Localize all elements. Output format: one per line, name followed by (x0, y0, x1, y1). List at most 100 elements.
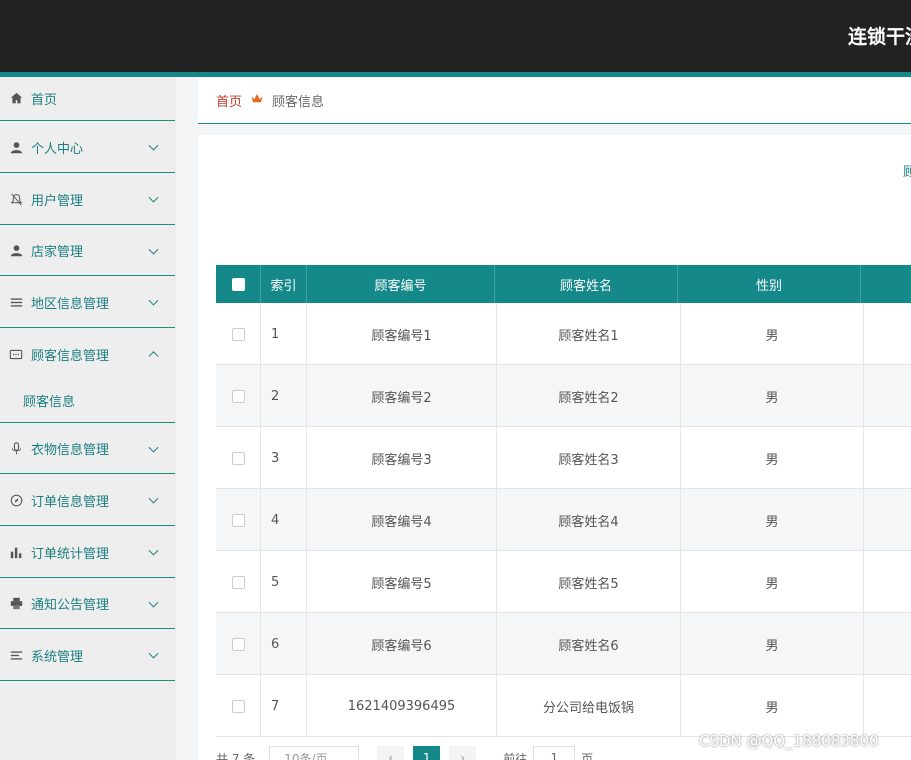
cell-code: 顾客编号1 (307, 303, 497, 365)
row-checkbox[interactable] (231, 389, 245, 403)
sidebar-item-user-management[interactable]: 用户管理 (0, 174, 175, 225)
page-number-button[interactable]: 1 (413, 746, 441, 760)
compass-icon (8, 492, 24, 508)
sidebar-item-system-management[interactable]: 系统管理 (0, 630, 175, 681)
app-title: 连锁干洗 (848, 26, 911, 48)
table-row[interactable]: 1 顾客编号1 顾客姓名1 男 (216, 303, 911, 365)
cell-index: 6 (261, 613, 307, 675)
row-checkbox-cell (216, 675, 261, 737)
row-checkbox-cell (216, 489, 261, 551)
printer-icon (8, 596, 24, 612)
user-icon (8, 243, 24, 259)
cell-gender: 男 (681, 551, 864, 613)
sidebar-item-label: 通知公告管理 (31, 598, 110, 613)
menu-icon (8, 647, 24, 663)
cell-name: 顾客姓名2 (497, 365, 681, 427)
page-size-select[interactable]: 10条/页 (269, 746, 360, 760)
row-checkbox[interactable] (231, 451, 245, 465)
pagination: 共 7 条 10条/页 ‹ 1 › 前往 1 页 (216, 746, 594, 760)
chevron-down-icon (148, 295, 159, 306)
chevron-down-icon (148, 597, 159, 608)
sidebar-item-label: 地区信息管理 (31, 296, 110, 312)
chevron-down-icon (148, 442, 159, 453)
breadcrumb-home[interactable]: 首页 (216, 91, 242, 110)
column-header-code: 顾客编号 (307, 265, 495, 303)
breadcrumb: 首页 顾客信息 (198, 77, 911, 124)
breadcrumb-current: 顾客信息 (272, 94, 325, 110)
cell-gender: 男 (681, 613, 864, 675)
sidebar-item-label: 系统管理 (31, 649, 84, 665)
cell-code: 1621409396495 (307, 675, 497, 737)
watermark: CSDN @QQ_188083800 (699, 732, 879, 750)
sidebar-subitem-customer-info[interactable]: 顾客信息 (0, 379, 175, 423)
sidebar-item-customer-management[interactable]: 顾客信息管理 (0, 329, 175, 379)
chevron-down-icon (148, 545, 159, 556)
microphone-icon (8, 441, 24, 457)
row-checkbox[interactable] (231, 637, 245, 651)
cell-index: 7 (261, 675, 307, 737)
column-header-more (861, 265, 911, 303)
cell-gender: 男 (681, 675, 864, 737)
cell-code: 顾客编号2 (307, 365, 497, 427)
sidebar-item-order-statistics[interactable]: 订单统计管理 (0, 527, 175, 578)
chevron-up-icon (148, 351, 159, 362)
table-row[interactable]: 5 顾客编号5 顾客姓名5 男 (216, 551, 911, 613)
row-checkbox-cell (216, 365, 261, 427)
cell-code: 顾客编号6 (307, 613, 497, 675)
sidebar-item-home[interactable]: 首页 (0, 77, 175, 121)
sidebar-item-shop-management[interactable]: 店家管理 (0, 226, 175, 276)
row-checkbox-cell (216, 613, 261, 675)
cell-index: 5 (261, 551, 307, 613)
row-checkbox-cell (216, 427, 261, 489)
table-row[interactable]: 6 顾客编号6 顾客姓名6 男 (216, 613, 911, 675)
chevron-down-icon (148, 192, 159, 203)
bell-icon (8, 191, 24, 207)
cell-name: 顾客姓名5 (497, 551, 681, 613)
sidebar-item-label: 首页 (31, 93, 58, 108)
page-unit-label: 页 (581, 751, 594, 760)
sidebar: 首页 个人中心 用户管理 店家管理 地区信息管理 顾客信息管理 顾客信息 衣物信… (0, 77, 176, 760)
table-row[interactable]: 4 顾客编号4 顾客姓名4 男 (216, 489, 911, 551)
row-checkbox[interactable] (231, 575, 245, 589)
cell-index: 4 (261, 489, 307, 551)
chevron-down-icon (148, 493, 159, 504)
cell-index: 3 (261, 427, 307, 489)
sidebar-item-clothes-management[interactable]: 衣物信息管理 (0, 424, 175, 474)
next-page-button[interactable]: › (449, 746, 477, 760)
chevron-down-icon (148, 648, 159, 659)
user-icon (8, 139, 24, 155)
customer-table: 索引 顾客编号 顾客姓名 性别 1 顾客编号1 顾客姓名1 男 2 顾客编号2 … (216, 265, 911, 737)
header-checkbox-cell (216, 265, 261, 303)
cell-gender: 男 (681, 365, 864, 427)
row-checkbox[interactable] (231, 699, 245, 713)
cell-name: 分公司给电饭锅 (497, 675, 681, 737)
cell-gender: 男 (681, 427, 864, 489)
row-checkbox[interactable] (231, 513, 245, 527)
main-area: 首页 顾客信息 顾 索引 顾客编号 顾客姓名 性别 1 顾客编号1 顾客姓名1 … (176, 77, 911, 760)
sidebar-item-label: 顾客信息管理 (31, 348, 110, 364)
table-row[interactable]: 3 顾客编号3 顾客姓名3 男 (216, 427, 911, 489)
chevron-down-icon (148, 140, 159, 151)
column-header-name: 顾客姓名 (495, 265, 678, 303)
list-icon (8, 294, 24, 310)
row-checkbox[interactable] (231, 327, 245, 341)
sidebar-item-personal-center[interactable]: 个人中心 (0, 122, 175, 173)
cell-gender: 男 (681, 489, 864, 551)
cell-name: 顾客姓名4 (497, 489, 681, 551)
prev-page-button[interactable]: ‹ (377, 746, 405, 760)
top-bar: 连锁干洗 (0, 0, 911, 72)
sidebar-item-label: 用户管理 (31, 193, 84, 209)
cell-gender: 男 (681, 303, 864, 365)
cell-code: 顾客编号5 (307, 551, 497, 613)
sidebar-item-region-management[interactable]: 地区信息管理 (0, 277, 175, 328)
table-row[interactable]: 2 顾客编号2 顾客姓名2 男 (216, 365, 911, 427)
sidebar-item-order-management[interactable]: 订单信息管理 (0, 475, 175, 526)
sidebar-subitem-label: 顾客信息 (23, 395, 76, 410)
sidebar-item-notice-management[interactable]: 通知公告管理 (0, 579, 175, 629)
chevron-down-icon (148, 244, 159, 255)
cell-index: 1 (261, 303, 307, 365)
table-row[interactable]: 7 1621409396495 分公司给电饭锅 男 (216, 675, 911, 737)
select-all-checkbox[interactable] (231, 277, 245, 291)
goto-page-input[interactable]: 1 (533, 746, 576, 760)
sidebar-item-label: 个人中心 (31, 141, 84, 157)
